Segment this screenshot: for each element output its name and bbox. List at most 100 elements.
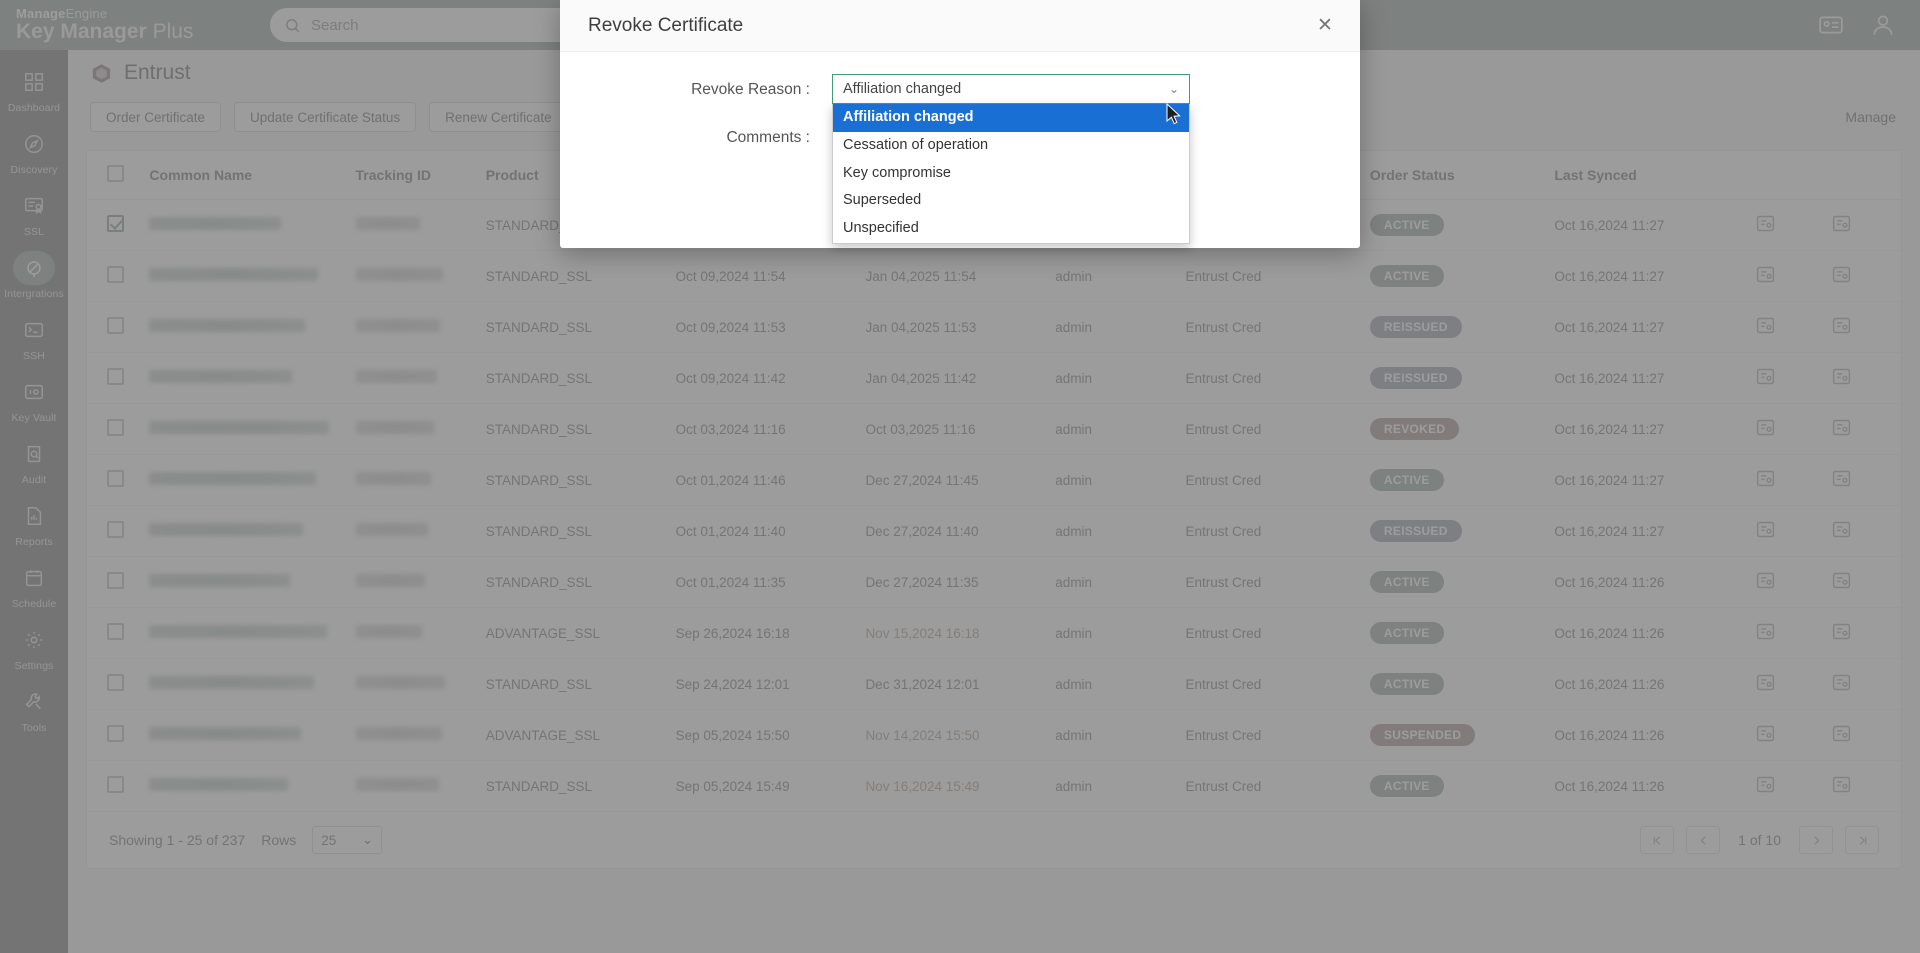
compass-icon	[23, 133, 45, 155]
download-certificate-icon[interactable]	[1831, 621, 1852, 642]
download-certificate-icon[interactable]	[1831, 723, 1852, 744]
cell-action-download	[1825, 557, 1901, 608]
view-certificate-icon[interactable]	[1755, 621, 1776, 642]
dropdown-option[interactable]: Cessation of operation	[833, 132, 1189, 160]
download-certificate-icon[interactable]	[1831, 570, 1852, 591]
sidebar-item-audit[interactable]: Audit	[0, 430, 68, 492]
cell-ordered-by: admin	[1049, 506, 1179, 557]
sidebar-label-dashboard: Dashboard	[0, 102, 68, 114]
sidebar-item-discovery[interactable]: Discovery	[0, 120, 68, 182]
row-select-cell	[87, 200, 143, 251]
cell-common-name	[143, 659, 349, 710]
sidebar-item-ssh[interactable]: SSH	[0, 306, 68, 368]
view-certificate-icon[interactable]	[1755, 723, 1776, 744]
table-row[interactable]: STANDARD_SSLOct 01,2024 11:35Dec 27,2024…	[87, 557, 1901, 608]
last-page-button[interactable]	[1845, 826, 1879, 854]
view-certificate-icon[interactable]	[1755, 468, 1776, 489]
sidebar-item-settings[interactable]: Settings	[0, 616, 68, 678]
grid-icon	[23, 71, 45, 93]
row-checkbox[interactable]	[107, 419, 124, 436]
cell-ordered-on: Oct 01,2024 11:40	[670, 506, 860, 557]
next-page-button[interactable]	[1799, 826, 1833, 854]
row-checkbox[interactable]	[107, 572, 124, 589]
view-certificate-icon[interactable]	[1755, 519, 1776, 540]
table-row[interactable]: STANDARD_SSLOct 09,2024 11:53Jan 04,2025…	[87, 302, 1901, 353]
update-certificate-status-button[interactable]: Update Certificate Status	[234, 102, 416, 132]
rows-per-page-select[interactable]: 25 ⌄	[312, 826, 382, 854]
manage-link[interactable]: Manage	[1845, 109, 1896, 125]
view-certificate-icon[interactable]	[1755, 366, 1776, 387]
row-checkbox[interactable]	[107, 725, 124, 742]
table-row[interactable]: STANDARD_SSLOct 09,2024 11:54Jan 04,2025…	[87, 251, 1901, 302]
status-badge: ACTIVE	[1370, 571, 1444, 593]
view-certificate-icon[interactable]	[1755, 672, 1776, 693]
download-certificate-icon[interactable]	[1831, 519, 1852, 540]
sidebar-item-key-vault[interactable]: Key Vault	[0, 368, 68, 430]
row-checkbox[interactable]	[107, 674, 124, 691]
redacted-common-name	[149, 574, 290, 587]
sidebar-item-tools[interactable]: Tools	[0, 678, 68, 740]
column-header-order-status[interactable]: Order Status	[1364, 151, 1548, 200]
table-row[interactable]: ADVANTAGE_SSLSep 26,2024 16:18Nov 15,202…	[87, 608, 1901, 659]
view-certificate-icon[interactable]	[1755, 264, 1776, 285]
dropdown-option[interactable]: Unspecified	[833, 215, 1189, 243]
cell-order-status: ACTIVE	[1364, 251, 1548, 302]
dropdown-option[interactable]: Key compromise	[833, 160, 1189, 188]
cell-ordered-by: admin	[1049, 251, 1179, 302]
sidebar-item-ssl[interactable]: SSL	[0, 182, 68, 244]
row-checkbox[interactable]	[107, 521, 124, 538]
table-row[interactable]: STANDARD_SSLSep 24,2024 12:01Dec 31,2024…	[87, 659, 1901, 710]
download-certificate-icon[interactable]	[1831, 468, 1852, 489]
view-certificate-icon[interactable]	[1755, 774, 1776, 795]
download-certificate-icon[interactable]	[1831, 366, 1852, 387]
cell-last-synced: Oct 16,2024 11:27	[1548, 506, 1749, 557]
order-certificate-button[interactable]: Order Certificate	[90, 102, 221, 132]
revoke-reason-row: Revoke Reason : Affiliation changed ⌄ Af…	[588, 74, 1332, 104]
row-checkbox[interactable]	[107, 368, 124, 385]
download-certificate-icon[interactable]	[1831, 315, 1852, 336]
download-certificate-icon[interactable]	[1831, 213, 1852, 234]
column-header-common-name[interactable]: Common Name	[143, 151, 349, 200]
user-account-icon[interactable]	[1870, 12, 1896, 38]
select-all-checkbox[interactable]	[107, 165, 124, 182]
download-certificate-icon[interactable]	[1831, 672, 1852, 693]
download-certificate-icon[interactable]	[1831, 264, 1852, 285]
previous-page-button[interactable]	[1686, 826, 1720, 854]
view-certificate-icon[interactable]	[1755, 213, 1776, 234]
row-checkbox[interactable]	[107, 623, 124, 640]
table-row[interactable]: STANDARD_SSLOct 01,2024 11:46Dec 27,2024…	[87, 455, 1901, 506]
column-header-last-synced[interactable]: Last Synced	[1548, 151, 1749, 200]
table-row[interactable]: STANDARD_SSLOct 09,2024 11:42Jan 04,2025…	[87, 353, 1901, 404]
view-certificate-icon[interactable]	[1755, 315, 1776, 336]
row-checkbox[interactable]	[107, 266, 124, 283]
sidebar-item-intergrations[interactable]: Intergrations	[0, 244, 68, 306]
row-checkbox[interactable]	[107, 776, 124, 793]
table-row[interactable]: ADVANTAGE_SSLSep 05,2024 15:50Nov 14,202…	[87, 710, 1901, 761]
cell-expires-on: Jan 04,2025 11:54	[859, 251, 1049, 302]
column-header-tracking-id[interactable]: Tracking ID	[350, 151, 480, 200]
view-certificate-icon[interactable]	[1755, 570, 1776, 591]
download-certificate-icon[interactable]	[1831, 774, 1852, 795]
row-checkbox[interactable]	[107, 317, 124, 334]
dropdown-option[interactable]: Superseded	[833, 187, 1189, 215]
sidebar-item-schedule[interactable]: Schedule	[0, 554, 68, 616]
table-row[interactable]: STANDARD_SSLOct 03,2024 11:16Oct 03,2025…	[87, 404, 1901, 455]
certificates-table: Common Name Tracking ID Product Ordered …	[87, 151, 1901, 812]
redacted-common-name	[149, 268, 318, 281]
close-icon[interactable]: ✕	[1312, 13, 1338, 39]
first-page-button[interactable]	[1640, 826, 1674, 854]
table-row[interactable]: STANDARD_SSLOct 01,2024 11:40Dec 27,2024…	[87, 506, 1901, 557]
dropdown-option[interactable]: Affiliation changed	[833, 104, 1189, 132]
table-row[interactable]: STANDARD_SSLSep 05,2024 15:49Nov 16,2024…	[87, 761, 1901, 812]
sidebar-item-reports[interactable]: Reports	[0, 492, 68, 554]
row-checkbox[interactable]	[107, 470, 124, 487]
row-checkbox[interactable]	[107, 215, 124, 232]
revoke-reason-select[interactable]: Affiliation changed ⌄	[832, 74, 1190, 104]
cell-tracking-id	[350, 557, 480, 608]
license-card-icon[interactable]	[1818, 12, 1844, 38]
view-certificate-icon[interactable]	[1755, 417, 1776, 438]
download-certificate-icon[interactable]	[1831, 417, 1852, 438]
sidebar-item-dashboard[interactable]: Dashboard	[0, 58, 68, 120]
renew-certificate-button[interactable]: Renew Certificate	[429, 102, 568, 132]
cell-last-synced: Oct 16,2024 11:27	[1548, 353, 1749, 404]
